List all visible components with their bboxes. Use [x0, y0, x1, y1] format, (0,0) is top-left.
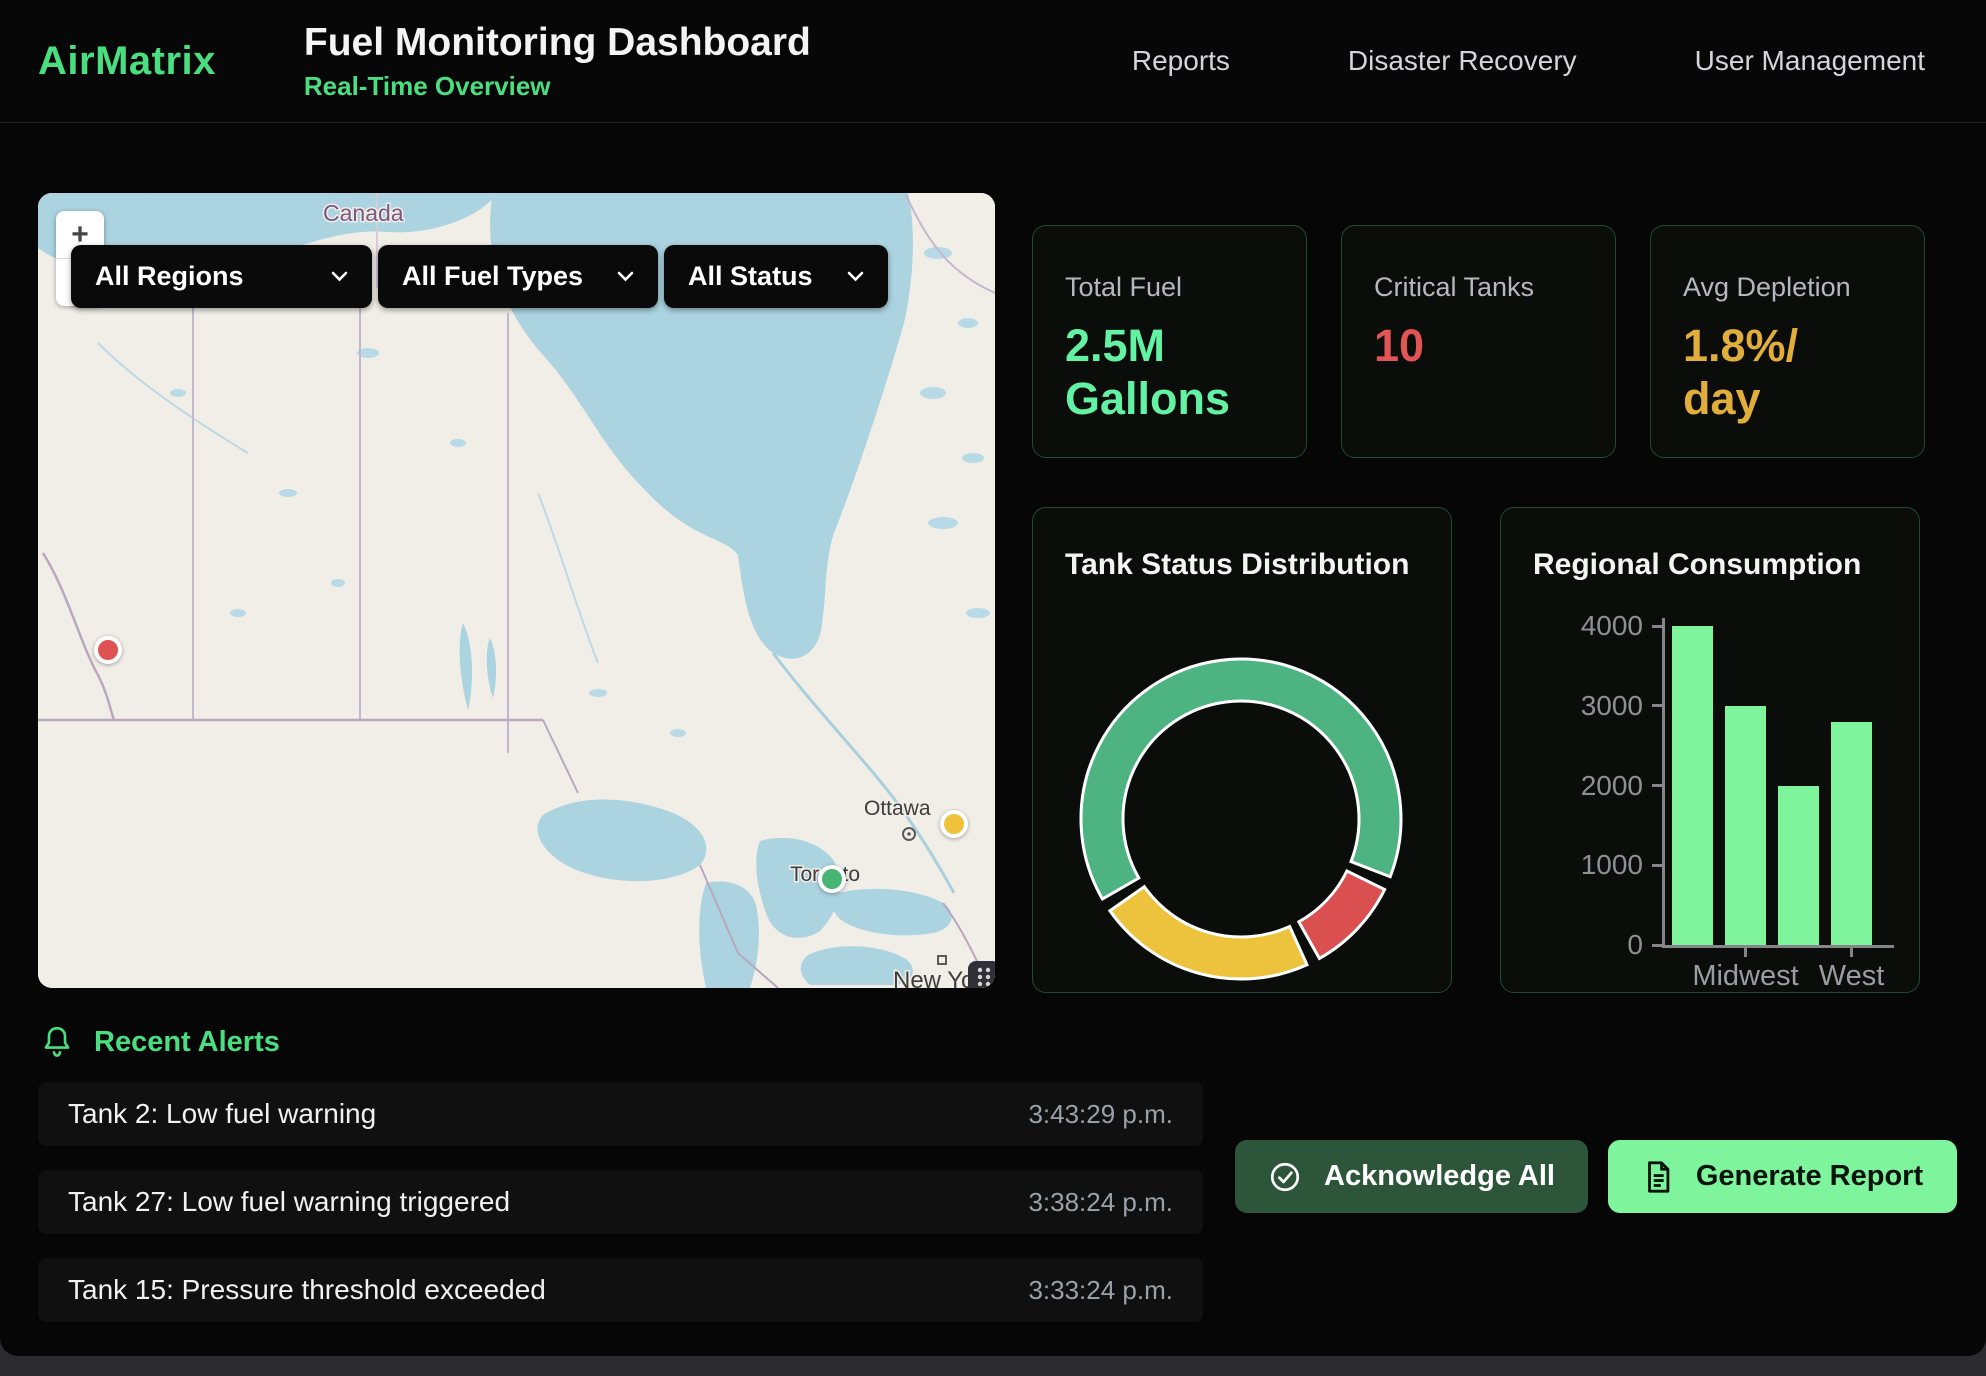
generate-report-button[interactable]: Generate Report — [1608, 1140, 1957, 1213]
title-block: Fuel Monitoring Dashboard Real-Time Over… — [304, 21, 811, 102]
nav-reports[interactable]: Reports — [1132, 45, 1230, 77]
acknowledge-all-label: Acknowledge All — [1324, 1160, 1555, 1193]
map-canvas: Canada Ottawa Toronto New York — [38, 193, 995, 988]
page-title: Fuel Monitoring Dashboard — [304, 21, 811, 65]
bar-region-3 — [1831, 722, 1872, 945]
recent-alerts-heading: Recent Alerts — [94, 1026, 280, 1059]
status-filter-value: All Status — [688, 261, 813, 292]
document-icon — [1642, 1160, 1674, 1194]
stat-label: Critical Tanks — [1374, 272, 1583, 303]
chevron-down-icon — [331, 271, 348, 282]
donut-segment-normal — [1081, 659, 1401, 899]
acknowledge-all-button[interactable]: Acknowledge All — [1235, 1140, 1588, 1213]
app-header: AirMatrix Fuel Monitoring Dashboard Real… — [0, 0, 1986, 123]
y-tick-mark — [1652, 704, 1662, 707]
recent-alerts-header: Recent Alerts — [40, 1024, 280, 1060]
y-tick-mark — [1652, 864, 1662, 867]
stat-value: 1.8%/day — [1683, 319, 1892, 425]
tank-marker-normal[interactable] — [818, 865, 846, 893]
y-tick-mark — [1652, 784, 1662, 787]
map-filter-bar: All Regions All Fuel Types All Status — [71, 245, 888, 308]
stat-value: 2.5MGallons — [1065, 319, 1274, 425]
map-resize-handle[interactable] — [968, 961, 995, 988]
x-tick-label: West — [1767, 960, 1921, 993]
tank-status-donut-chart — [1076, 654, 1406, 984]
status-filter-dropdown[interactable]: All Status — [664, 245, 888, 308]
stat-value: 10 — [1374, 319, 1583, 372]
main-panel: AirMatrix Fuel Monitoring Dashboard Real… — [0, 0, 1986, 1356]
generate-report-label: Generate Report — [1696, 1160, 1923, 1193]
donut-segment-warning — [1110, 887, 1307, 979]
chevron-down-icon — [847, 271, 864, 282]
y-tick-label: 1000 — [1543, 849, 1643, 881]
alert-row[interactable]: Tank 27: Low fuel warning triggered 3:38… — [38, 1170, 1203, 1234]
fuel-type-filter-dropdown[interactable]: All Fuel Types — [378, 245, 658, 308]
alert-row[interactable]: Tank 15: Pressure threshold exceeded 3:3… — [38, 1258, 1203, 1322]
alert-text: Tank 27: Low fuel warning triggered — [68, 1186, 510, 1218]
y-tick-label: 2000 — [1543, 770, 1643, 802]
x-tick-mark — [1744, 948, 1747, 957]
y-tick-mark — [1652, 625, 1662, 628]
tank-status-card: Tank Status Distribution — [1032, 507, 1452, 993]
region-filter-value: All Regions — [95, 261, 244, 292]
app-logo[interactable]: AirMatrix — [38, 39, 216, 84]
donut-segment-critical — [1299, 871, 1385, 958]
alert-text: Tank 2: Low fuel warning — [68, 1098, 376, 1130]
tank-marker-critical[interactable] — [94, 636, 122, 664]
stat-card-avg-depletion: Avg Depletion 1.8%/day — [1650, 225, 1925, 458]
alert-text: Tank 15: Pressure threshold exceeded — [68, 1274, 546, 1306]
tank-marker-warning[interactable] — [940, 810, 968, 838]
nav-disaster-recovery[interactable]: Disaster Recovery — [1348, 45, 1577, 77]
bell-icon — [40, 1024, 74, 1060]
y-tick-label: 0 — [1543, 929, 1643, 961]
bar-region-2 — [1778, 786, 1819, 946]
stat-card-total-fuel: Total Fuel 2.5MGallons — [1032, 225, 1307, 458]
fuel-type-filter-value: All Fuel Types — [402, 261, 583, 292]
tank-status-title: Tank Status Distribution — [1065, 548, 1451, 582]
stat-card-critical-tanks: Critical Tanks 10 — [1341, 225, 1616, 458]
map-panel[interactable]: Canada Ottawa Toronto New York + − All R… — [38, 193, 995, 988]
stat-cards: Total Fuel 2.5MGallons Critical Tanks 10… — [1032, 225, 1925, 458]
x-axis — [1662, 945, 1894, 948]
chevron-down-icon — [617, 271, 634, 282]
x-tick-mark — [1850, 948, 1853, 957]
y-tick-label: 4000 — [1543, 610, 1643, 642]
drag-dots-icon — [973, 965, 995, 988]
stat-label: Total Fuel — [1065, 272, 1274, 303]
y-tick-label: 3000 — [1543, 690, 1643, 722]
main-nav: Reports Disaster Recovery User Managemen… — [1132, 45, 1925, 77]
region-filter-dropdown[interactable]: All Regions — [71, 245, 372, 308]
alert-time: 3:33:24 p.m. — [1028, 1275, 1173, 1306]
alert-row[interactable]: Tank 2: Low fuel warning 3:43:29 p.m. — [38, 1082, 1203, 1146]
page-subtitle: Real-Time Overview — [304, 71, 811, 102]
bar-region-1 — [1725, 706, 1766, 945]
nav-user-management[interactable]: User Management — [1695, 45, 1925, 77]
regional-consumption-card: Regional Consumption 01000200030004000Mi… — [1500, 507, 1920, 993]
map-label-canada: Canada — [323, 200, 404, 226]
bar-region-0 — [1672, 626, 1713, 945]
stat-label: Avg Depletion — [1683, 272, 1892, 303]
fuel-monitoring-app: AirMatrix Fuel Monitoring Dashboard Real… — [0, 0, 1986, 1376]
alert-time: 3:43:29 p.m. — [1028, 1099, 1173, 1130]
y-tick-mark — [1652, 944, 1662, 947]
y-axis — [1662, 618, 1665, 948]
check-circle-icon — [1268, 1160, 1302, 1194]
map-label-ottawa: Ottawa — [864, 797, 931, 820]
regional-consumption-chart: 01000200030004000MidwestWest — [1501, 508, 1920, 993]
alert-time: 3:38:24 p.m. — [1028, 1187, 1173, 1218]
